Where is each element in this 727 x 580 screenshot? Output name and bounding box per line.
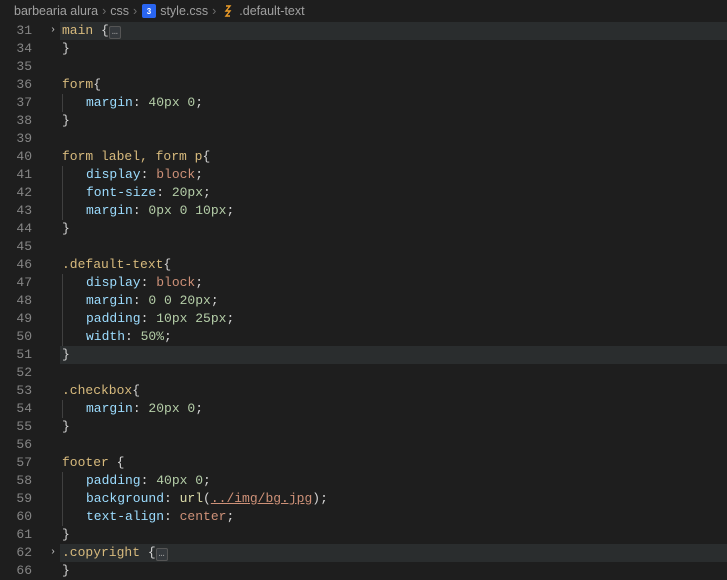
line-number: 52 — [0, 364, 32, 382]
code-line[interactable]: .checkbox{ — [60, 382, 727, 400]
chevron-right-icon: › — [133, 4, 137, 18]
bc-symbol[interactable]: .default-text — [239, 4, 304, 18]
line-number: 31 — [0, 22, 32, 40]
bc-folder[interactable]: barbearia alura — [14, 4, 98, 18]
code-line[interactable]: .default-text{ — [60, 256, 727, 274]
code-line[interactable]: font-size: 20px; — [60, 184, 727, 202]
code-line[interactable] — [60, 436, 727, 454]
line-number: 60 — [0, 508, 32, 526]
line-number: 47 — [0, 274, 32, 292]
line-number: 43 — [0, 202, 32, 220]
code-line[interactable]: } — [60, 40, 727, 58]
line-number: 45 — [0, 238, 32, 256]
code-line[interactable]: } — [60, 220, 727, 238]
line-number: 53 — [0, 382, 32, 400]
line-number: 41 — [0, 166, 32, 184]
code-line[interactable] — [60, 238, 727, 256]
code-line[interactable] — [60, 58, 727, 76]
line-number: 57 — [0, 454, 32, 472]
code-line[interactable]: form{ — [60, 76, 727, 94]
line-number-gutter: 31 34 35 36 37 38 39 40 41 42 43 44 45 4… — [0, 22, 46, 529]
code-line[interactable]: text-align: center; — [60, 508, 727, 526]
code-line[interactable]: margin: 0 0 20px; — [60, 292, 727, 310]
chevron-right-icon: › — [102, 4, 106, 18]
breadcrumb: barbearia alura › css › 3 style.css › .d… — [0, 0, 727, 22]
line-number: 35 — [0, 58, 32, 76]
code-line[interactable]: display: block; — [60, 166, 727, 184]
code-line[interactable]: form label, form p{ — [60, 148, 727, 166]
line-number: 38 — [0, 112, 32, 130]
line-number: 42 — [0, 184, 32, 202]
css-file-icon: 3 — [141, 4, 156, 19]
code-line[interactable]: } — [60, 346, 727, 364]
code-editor[interactable]: 31 34 35 36 37 38 39 40 41 42 43 44 45 4… — [0, 22, 727, 529]
code-line[interactable] — [60, 130, 727, 148]
code-line[interactable]: margin: 20px 0; — [60, 400, 727, 418]
line-number: 37 — [0, 94, 32, 112]
code-line[interactable]: .copyright {… — [60, 544, 727, 562]
code-line[interactable]: margin: 40px 0; — [60, 94, 727, 112]
bc-subfolder[interactable]: css — [110, 4, 129, 18]
code-line[interactable]: padding: 10px 25px; — [60, 310, 727, 328]
code-area[interactable]: main {… } form{ margin: 40px 0; } form l… — [60, 22, 727, 529]
code-line[interactable]: background: url(../img/bg.jpg); — [60, 490, 727, 508]
code-line[interactable]: main {… — [60, 22, 727, 40]
line-number: 46 — [0, 256, 32, 274]
line-number: 66 — [0, 562, 32, 580]
line-number: 39 — [0, 130, 32, 148]
symbol-class-icon — [220, 4, 235, 19]
code-line[interactable]: } — [60, 418, 727, 436]
line-number: 44 — [0, 220, 32, 238]
code-line[interactable]: width: 50%; — [60, 328, 727, 346]
bc-file[interactable]: style.css — [160, 4, 208, 18]
line-number: 55 — [0, 418, 32, 436]
svg-text:3: 3 — [146, 7, 151, 16]
line-number: 36 — [0, 76, 32, 94]
line-number: 40 — [0, 148, 32, 166]
line-number: 62 — [0, 544, 32, 562]
code-line[interactable]: footer { — [60, 454, 727, 472]
fold-gutter: › › — [46, 22, 60, 529]
line-number: 56 — [0, 436, 32, 454]
code-line[interactable]: margin: 0px 0 10px; — [60, 202, 727, 220]
line-number: 48 — [0, 292, 32, 310]
code-line[interactable]: padding: 40px 0; — [60, 472, 727, 490]
chevron-right-icon: › — [212, 4, 216, 18]
line-number: 49 — [0, 310, 32, 328]
code-line[interactable]: display: block; — [60, 274, 727, 292]
chevron-right-icon[interactable]: › — [50, 22, 56, 40]
line-number: 58 — [0, 472, 32, 490]
line-number: 50 — [0, 328, 32, 346]
line-number: 59 — [0, 490, 32, 508]
code-line[interactable]: } — [60, 562, 727, 580]
line-number: 34 — [0, 40, 32, 58]
code-line[interactable] — [60, 364, 727, 382]
line-number: 51 — [0, 346, 32, 364]
line-number: 54 — [0, 400, 32, 418]
code-line[interactable]: } — [60, 112, 727, 130]
chevron-right-icon[interactable]: › — [50, 544, 56, 562]
